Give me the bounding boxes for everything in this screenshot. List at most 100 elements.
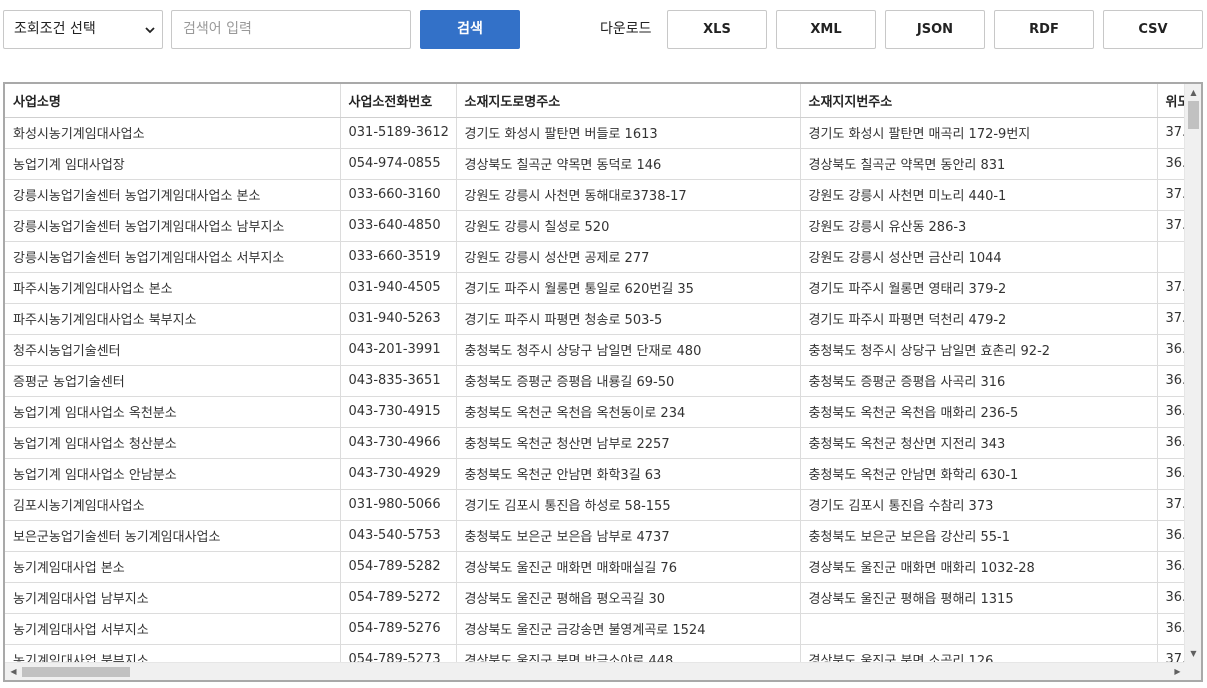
download-rdf-button[interactable]: RDF <box>994 10 1094 49</box>
table-cell: 농기계임대사업 서부지소 <box>5 613 341 645</box>
table-cell: 033-640-4850 <box>340 210 457 242</box>
table-cell: 충청북도 청주시 상당구 남일면 단재로 480 <box>456 334 801 366</box>
table-cell: 36. <box>1157 396 1186 428</box>
column-header[interactable]: 소재지도로명주소 <box>456 84 801 118</box>
download-csv-button[interactable]: CSV <box>1103 10 1203 49</box>
select-value: 조회조건 선택 <box>14 21 96 37</box>
search-condition-select[interactable]: 조회조건 선택 <box>3 10 163 49</box>
table-cell: 054-789-5273 <box>340 644 457 662</box>
download-xml-button[interactable]: XML <box>776 10 876 49</box>
table-cell: 경기도 김포시 통진읍 수참리 373 <box>800 489 1158 521</box>
table-cell: 강원도 강릉시 성산면 금산리 1044 <box>800 241 1158 273</box>
table-cell: 강원도 강릉시 사천면 동해대로3738-17 <box>456 179 801 211</box>
table-cell: 36. <box>1157 582 1186 614</box>
download-xls-button[interactable]: XLS <box>667 10 767 49</box>
table-cell: 054-974-0855 <box>340 148 457 180</box>
table-row[interactable]: 농업기계 임대사업장 054-974-0855 경상북도 칠곡군 약목면 동덕로 1… <box>5 148 1186 180</box>
table-cell: 경기도 화성시 팔탄면 매곡리 172-9번지 <box>800 117 1158 149</box>
table-cell: 충청북도 옥천군 옥천읍 옥천동이로 234 <box>456 396 801 428</box>
table-row[interactable]: 농업기계 임대사업소 안남분소 043-730-4929 충청북도 옥천군 안남면 … <box>5 458 1186 490</box>
column-header[interactable]: 위도 <box>1157 84 1186 118</box>
table-cell: 충청북도 증평군 증평읍 사곡리 316 <box>800 365 1158 397</box>
table-cell: 충청북도 옥천군 청산면 지전리 343 <box>800 427 1158 459</box>
horizontal-scrollbar[interactable]: ◀ ▶ <box>5 662 1186 680</box>
table-cell: 청주시농업기술센터 <box>5 334 341 366</box>
table-cell: 경상북도 칠곡군 약목면 동덕로 146 <box>456 148 801 180</box>
table-cell: 37. <box>1157 272 1186 304</box>
table-cell: 36. <box>1157 365 1186 397</box>
scroll-left-icon[interactable]: ◀ <box>5 663 22 680</box>
table-cell: 경상북도 칠곡군 약목면 동안리 831 <box>800 148 1158 180</box>
table-row[interactable]: 파주시농기계임대사업소 북부지소 031-940-5263 경기도 파주시 파평면 … <box>5 303 1186 335</box>
table-cell: 36. <box>1157 148 1186 180</box>
data-grid: 사업소명 사업소전화번호 소재지도로명주소 소재지지번주소 위도 화성시농기계임… <box>3 82 1203 682</box>
table-cell: 농기계임대사업 본소 <box>5 551 341 583</box>
table-cell: 043-730-4929 <box>340 458 457 490</box>
table-cell: 031-980-5066 <box>340 489 457 521</box>
table-body: 화성시농기계임대사업소 031-5189-3612 경기도 화성시 팔탄면 버들로 … <box>5 117 1186 662</box>
table-cell <box>800 613 1158 645</box>
table-row[interactable]: 농업기계 임대사업소 옥천분소 043-730-4915 충청북도 옥천군 옥천읍 … <box>5 396 1186 428</box>
table-cell: 보은군농업기술센터 농기계임대사업소 <box>5 520 341 552</box>
table-cell: 031-940-4505 <box>340 272 457 304</box>
table-cell: 농업기계 임대사업장 <box>5 148 341 180</box>
table-cell: 파주시농기계임대사업소 북부지소 <box>5 303 341 335</box>
table-cell: 강원도 강릉시 사천면 미노리 440-1 <box>800 179 1158 211</box>
table-cell: 031-5189-3612 <box>340 117 457 149</box>
table-cell: 033-660-3519 <box>340 241 457 273</box>
table-row[interactable]: 강릉시농업기술센터 농업기계임대사업소 본소 033-660-3160 강원도 강릉… <box>5 179 1186 211</box>
column-header[interactable]: 소재지지번주소 <box>800 84 1158 118</box>
table-row[interactable]: 김포시농기계임대사업소 031-980-5066 경기도 김포시 통진읍 하성로 5… <box>5 489 1186 521</box>
table-cell: 경기도 화성시 팔탄면 버들로 1613 <box>456 117 801 149</box>
download-label: 다운로드 <box>600 21 652 37</box>
table-cell: 경기도 파주시 월롱면 통일로 620번길 35 <box>456 272 801 304</box>
column-header[interactable]: 사업소전화번호 <box>340 84 457 118</box>
table-row[interactable]: 증평군 농업기술센터 043-835-3651 충청북도 증평군 증평읍 내룡길 6… <box>5 365 1186 397</box>
table-cell: 36. <box>1157 427 1186 459</box>
toolbar: 조회조건 선택 검색어 입력 검색 다운로드 XLS XML JSON RDF … <box>0 0 1207 60</box>
search-input[interactable]: 검색어 입력 <box>171 10 411 49</box>
table-cell: 36. <box>1157 551 1186 583</box>
table-cell: 37. <box>1157 117 1186 149</box>
table-cell: 043-540-5753 <box>340 520 457 552</box>
table-cell: 파주시농기계임대사업소 본소 <box>5 272 341 304</box>
vertical-scrollbar[interactable]: ▲ ▼ <box>1184 84 1201 662</box>
table-cell: 37. <box>1157 210 1186 242</box>
table-cell: 경상북도 울진군 평해읍 평오곡길 30 <box>456 582 801 614</box>
table-row[interactable]: 보은군농업기술센터 농기계임대사업소 043-540-5753 충청북도 보은군 보… <box>5 520 1186 552</box>
horizontal-scroll-thumb[interactable] <box>22 667 130 677</box>
table-row[interactable]: 농기계임대사업 남부지소 054-789-5272 경상북도 울진군 평해읍 평오곡… <box>5 582 1186 614</box>
table-cell: 충청북도 옥천군 안남면 화학3길 63 <box>456 458 801 490</box>
table-cell: 054-789-5272 <box>340 582 457 614</box>
download-json-button[interactable]: JSON <box>885 10 985 49</box>
scroll-up-icon[interactable]: ▲ <box>1185 84 1201 101</box>
table-row[interactable]: 화성시농기계임대사업소 031-5189-3612 경기도 화성시 팔탄면 버들로 … <box>5 117 1186 149</box>
table-cell: 강원도 강릉시 유산동 286-3 <box>800 210 1158 242</box>
table-cell: 36. <box>1157 520 1186 552</box>
table-cell: 강릉시농업기술센터 농업기계임대사업소 본소 <box>5 179 341 211</box>
table-cell: 경기도 김포시 통진읍 하성로 58-155 <box>456 489 801 521</box>
table-cell: 충청북도 증평군 증평읍 내룡길 69-50 <box>456 365 801 397</box>
table-cell: 충청북도 청주시 상당구 남일면 효촌리 92-2 <box>800 334 1158 366</box>
table-cell: 054-789-5282 <box>340 551 457 583</box>
table-cell: 경상북도 울진군 북면 박금소야로 448 <box>456 644 801 662</box>
table-row[interactable]: 청주시농업기술센터 043-201-3991 충청북도 청주시 상당구 남일면 단재… <box>5 334 1186 366</box>
table-row[interactable]: 농기계임대사업 본소 054-789-5282 경상북도 울진군 매화면 매화매실길… <box>5 551 1186 583</box>
table-cell: 37. <box>1157 179 1186 211</box>
table-row[interactable]: 강릉시농업기술센터 농업기계임대사업소 남부지소 033-640-4850 강원도 … <box>5 210 1186 242</box>
table-row[interactable]: 강릉시농업기술센터 농업기계임대사업소 서부지소 033-660-3519 강원도 … <box>5 241 1186 273</box>
table-cell: 충청북도 보은군 보은읍 강산리 55-1 <box>800 520 1158 552</box>
table-row[interactable]: 농기계임대사업 서부지소 054-789-5276 경상북도 울진군 금강송면 불영… <box>5 613 1186 645</box>
vertical-scroll-thumb[interactable] <box>1188 101 1199 129</box>
scroll-down-icon[interactable]: ▼ <box>1185 645 1201 662</box>
table-cell: 경기도 파주시 월롱면 영태리 379-2 <box>800 272 1158 304</box>
search-button[interactable]: 검색 <box>420 10 520 49</box>
table-cell: 043-730-4915 <box>340 396 457 428</box>
table-row[interactable]: 농업기계 임대사업소 청산분소 043-730-4966 충청북도 옥천군 청산면 … <box>5 427 1186 459</box>
table-cell: 충청북도 옥천군 청산면 남부로 2257 <box>456 427 801 459</box>
table-cell: 경상북도 울진군 매화면 매화매실길 76 <box>456 551 801 583</box>
table-cell: 경상북도 울진군 북면 소곡리 126 <box>800 644 1158 662</box>
column-header[interactable]: 사업소명 <box>5 84 341 118</box>
table-row[interactable]: 농기계임대사업 북부지소 054-789-5273 경상북도 울진군 북면 박금소야… <box>5 644 1186 662</box>
table-row[interactable]: 파주시농기계임대사업소 본소 031-940-4505 경기도 파주시 월롱면 통일… <box>5 272 1186 304</box>
